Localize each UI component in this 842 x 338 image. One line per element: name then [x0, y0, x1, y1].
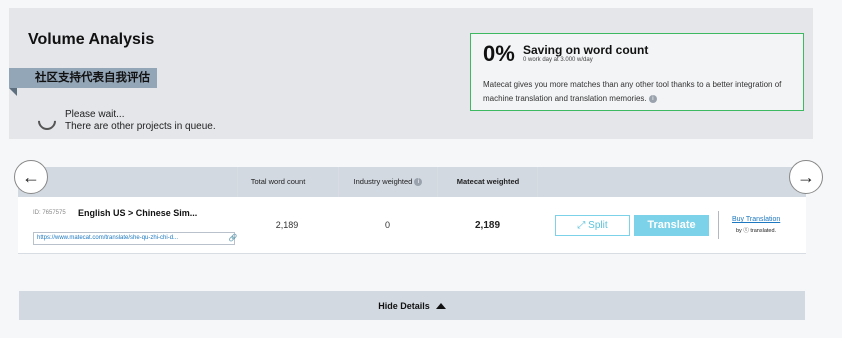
- header-industry-weighted: Industry weighted i: [338, 167, 438, 197]
- buy-translation-link[interactable]: Buy Translation: [732, 216, 780, 223]
- loading-spinner-icon: [34, 108, 60, 134]
- page-title: Volume Analysis: [28, 31, 155, 48]
- saving-box: 0% Saving on word count 0 work day at 3.…: [470, 33, 804, 111]
- next-arrow-button[interactable]: →: [789, 160, 823, 194]
- saving-description: Matecat gives you more matches than any …: [483, 78, 799, 106]
- industry-info-icon[interactable]: i: [414, 178, 423, 187]
- table-header: Total word count Industry weighted i Mat…: [18, 167, 806, 197]
- wait-message: Please wait...: [65, 109, 125, 120]
- table-row: ID: 7657575 English US > Chinese Sim... …: [18, 197, 806, 254]
- project-url-field[interactable]: https://www.matecat.com/translate/she-qu…: [33, 232, 238, 245]
- saving-title: Saving on word count: [523, 43, 649, 57]
- arrow-left-icon: ←: [22, 166, 40, 187]
- caret-up-icon: [435, 302, 446, 309]
- language-pair: English US > Chinese Sim...: [78, 208, 198, 218]
- info-icon[interactable]: i: [648, 94, 657, 103]
- project-id: ID: 7657575: [33, 210, 66, 216]
- header-total-word-count: Total word count: [250, 177, 306, 186]
- arrow-right-icon: →: [797, 166, 815, 187]
- hide-details-label: Hide Details: [378, 300, 430, 311]
- previous-arrow-button[interactable]: ←: [14, 160, 48, 194]
- saving-description-text: Matecat gives you more matches than any …: [483, 80, 782, 103]
- matecat-weighted-value: 2,189: [474, 220, 501, 231]
- industry-weighted-value: 0: [384, 220, 390, 230]
- split-label: Split: [588, 220, 608, 231]
- expand-icon: ⤢: [577, 220, 586, 231]
- split-button[interactable]: ⤢ Split: [555, 215, 630, 236]
- queue-message: There are other projects in queue.: [65, 121, 216, 132]
- copy-link-icon[interactable]: 🔗: [228, 234, 238, 243]
- saving-percent: 0%: [483, 41, 515, 66]
- project-url[interactable]: https://www.matecat.com/translate/she-qu…: [37, 235, 178, 241]
- header-matecat-weighted: Matecat weighted: [456, 177, 520, 186]
- header-industry-label: Industry weighted: [353, 177, 413, 186]
- analysis-panel: Volume Analysis 社区支持代表自我评估 Please wait..…: [9, 8, 813, 139]
- project-name-tag: 社区支持代表自我评估: [9, 68, 157, 88]
- translated-logo: by ⓣ translated.: [736, 228, 777, 234]
- saving-subtitle: 0 work day at 3.000 w/day: [523, 57, 593, 63]
- divider: [718, 211, 719, 239]
- hide-details-button[interactable]: Hide Details: [19, 291, 805, 320]
- translate-button[interactable]: Translate: [634, 215, 709, 236]
- total-word-count: 2,189: [275, 220, 299, 230]
- tag-fold: [9, 88, 17, 96]
